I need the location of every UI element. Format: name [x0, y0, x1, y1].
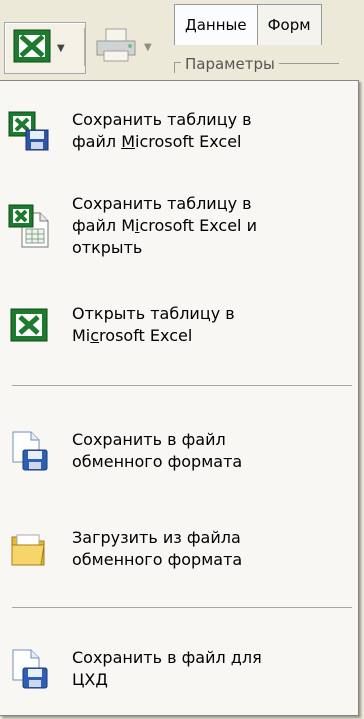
print-split-button[interactable]: ▼ [90, 22, 160, 72]
excel-open-doc-icon [8, 204, 50, 248]
tab-data[interactable]: Данные [174, 4, 258, 45]
save-file-icon [8, 430, 50, 472]
printer-icon [94, 27, 138, 67]
menu-separator [12, 385, 352, 386]
ribbon-tabs: Данные Форм [174, 0, 322, 46]
menu-item-save-to-excel-and-open[interactable]: Сохранить таблицу в файл Microsoft Excel… [8, 193, 350, 259]
menu-separator [12, 607, 352, 608]
group-parameters: Параметры [174, 54, 343, 73]
tab-format[interactable]: Форм [256, 4, 322, 45]
excel-split-button[interactable]: ▼ [4, 22, 86, 74]
chevron-down-icon[interactable]: ▼ [144, 42, 152, 53]
menu-item-label: Сохранить в файл для ЦХД [72, 648, 262, 689]
open-folder-icon [8, 528, 50, 570]
menu-item-save-to-excel[interactable]: Сохранить таблицу в файл Microsoft Excel [8, 109, 350, 153]
menu-item-label: Загрузить из файла обменного формата [72, 528, 243, 569]
chevron-down-icon[interactable]: ▼ [57, 43, 65, 54]
excel-save-icon [8, 110, 50, 152]
menu-item-label: Сохранить в файл обменного формата [72, 430, 243, 471]
toolbar: ▼ ▼ Данные Форм Параметры [0, 0, 364, 80]
menu-item-save-for-chd[interactable]: Сохранить в файл для ЦХД [8, 647, 350, 691]
menu-item-load-exchange-format[interactable]: Загрузить из файла обменного формата [8, 527, 350, 571]
menu-item-save-exchange-format[interactable]: Сохранить в файл обменного формата [8, 429, 350, 473]
toolbar-separator [84, 28, 85, 66]
excel-dropdown-menu: Сохранить таблицу в файл Microsoft Excel… [0, 80, 359, 716]
menu-item-label: Сохранить таблицу в файл Microsoft Excel [72, 110, 252, 151]
excel-icon [8, 304, 50, 346]
group-label-text: Параметры [185, 54, 275, 73]
menu-item-open-in-excel[interactable]: Открыть таблицу в Microsoft Excel [8, 303, 350, 347]
menu-item-label: Открыть таблицу в Microsoft Excel [72, 304, 235, 345]
excel-icon [13, 29, 51, 67]
menu-item-label: Сохранить таблицу в файл Microsoft Excel… [72, 194, 257, 257]
save-file-icon [8, 648, 50, 690]
